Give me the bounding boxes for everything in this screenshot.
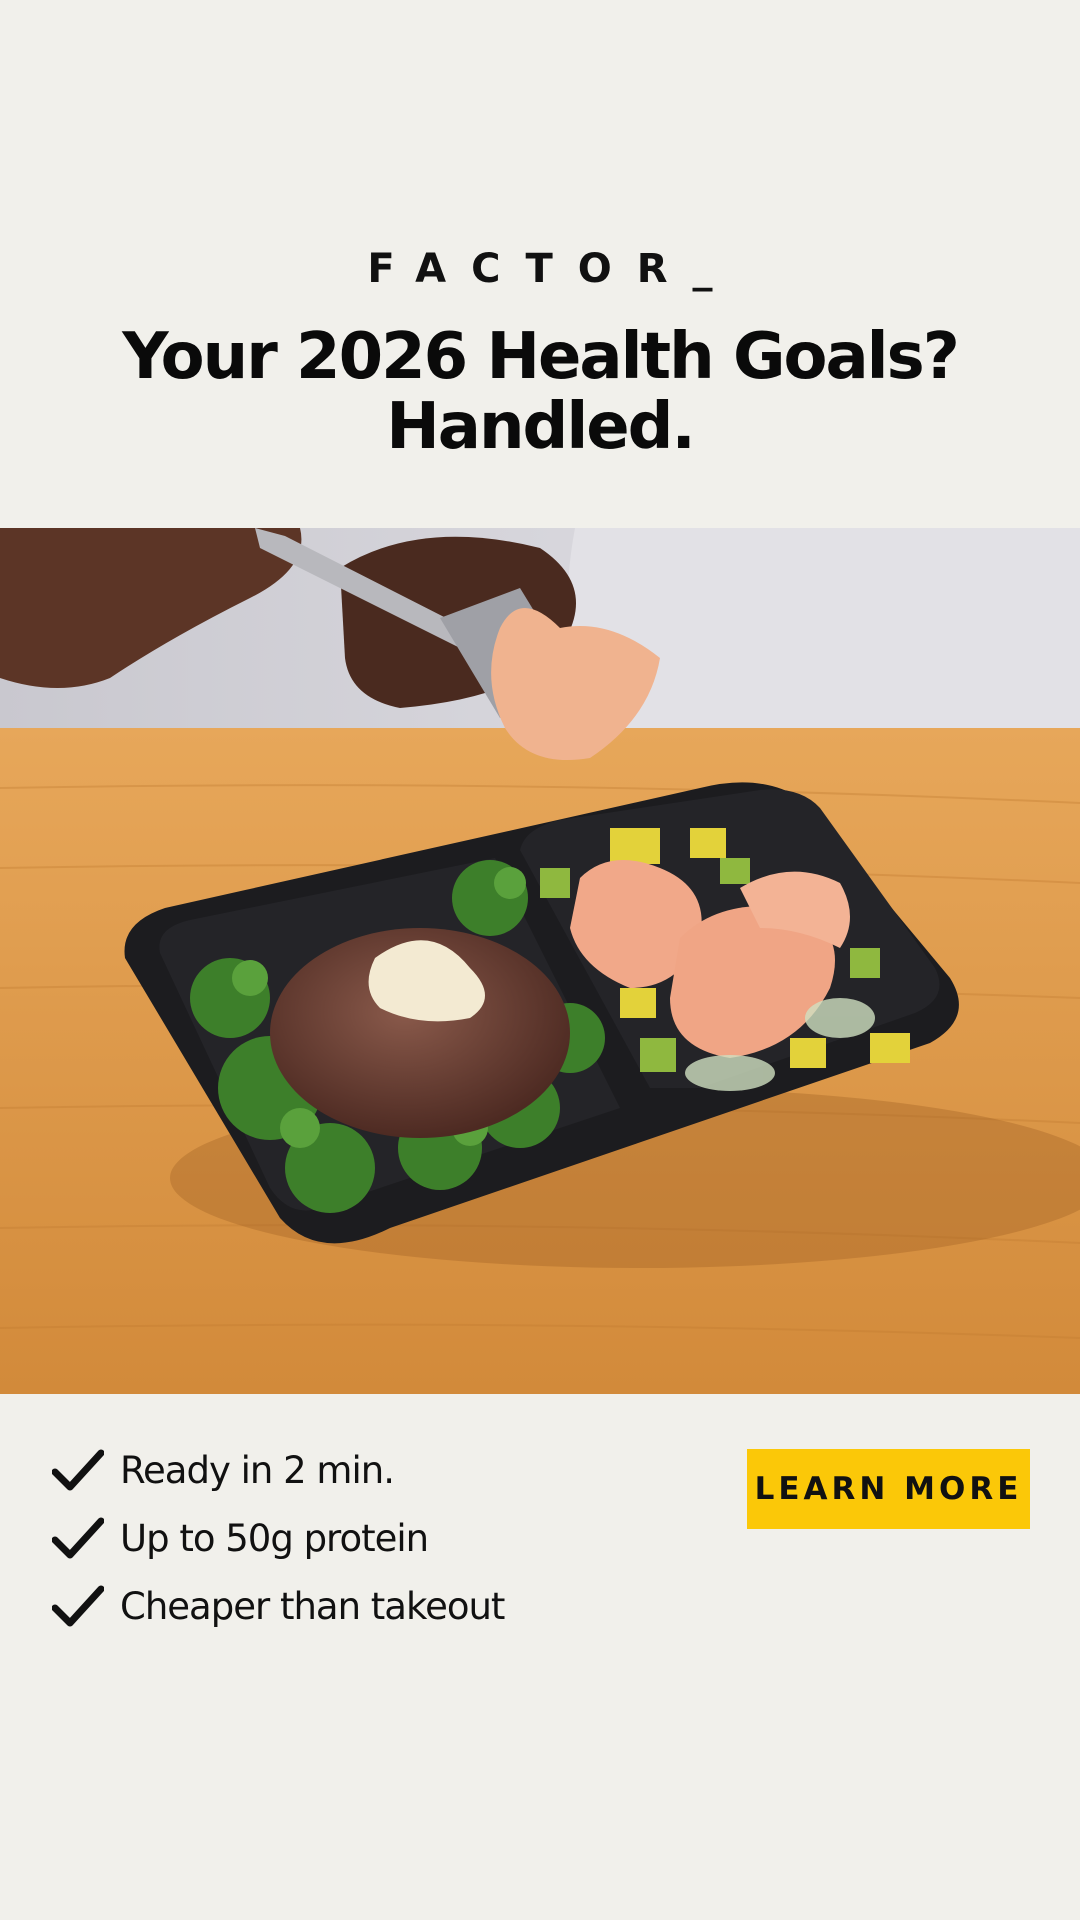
feature-label: Up to 50g protein — [120, 1516, 429, 1560]
feature-label: Ready in 2 min. — [120, 1448, 395, 1492]
logo: FACTOR_ — [367, 246, 738, 292]
learn-more-button[interactable]: LEARN MORE — [747, 1449, 1030, 1529]
checkmark-icon — [52, 1447, 104, 1493]
checkmark-icon — [52, 1515, 104, 1561]
feature-item: Up to 50g protein — [52, 1504, 692, 1572]
headline-line-2: Handled. — [386, 390, 696, 464]
headline: Your 2026 Health Goals? Handled. — [0, 322, 1080, 462]
feature-list: Ready in 2 min. Up to 50g protein Cheape… — [52, 1436, 692, 1640]
checkmark-icon — [52, 1583, 104, 1629]
feature-label: Cheaper than takeout — [120, 1584, 505, 1628]
feature-item: Cheaper than takeout — [52, 1572, 692, 1640]
meal-photo — [0, 528, 1080, 1394]
feature-item: Ready in 2 min. — [52, 1436, 692, 1504]
headline-line-1: Your 2026 Health Goals? — [122, 320, 960, 394]
